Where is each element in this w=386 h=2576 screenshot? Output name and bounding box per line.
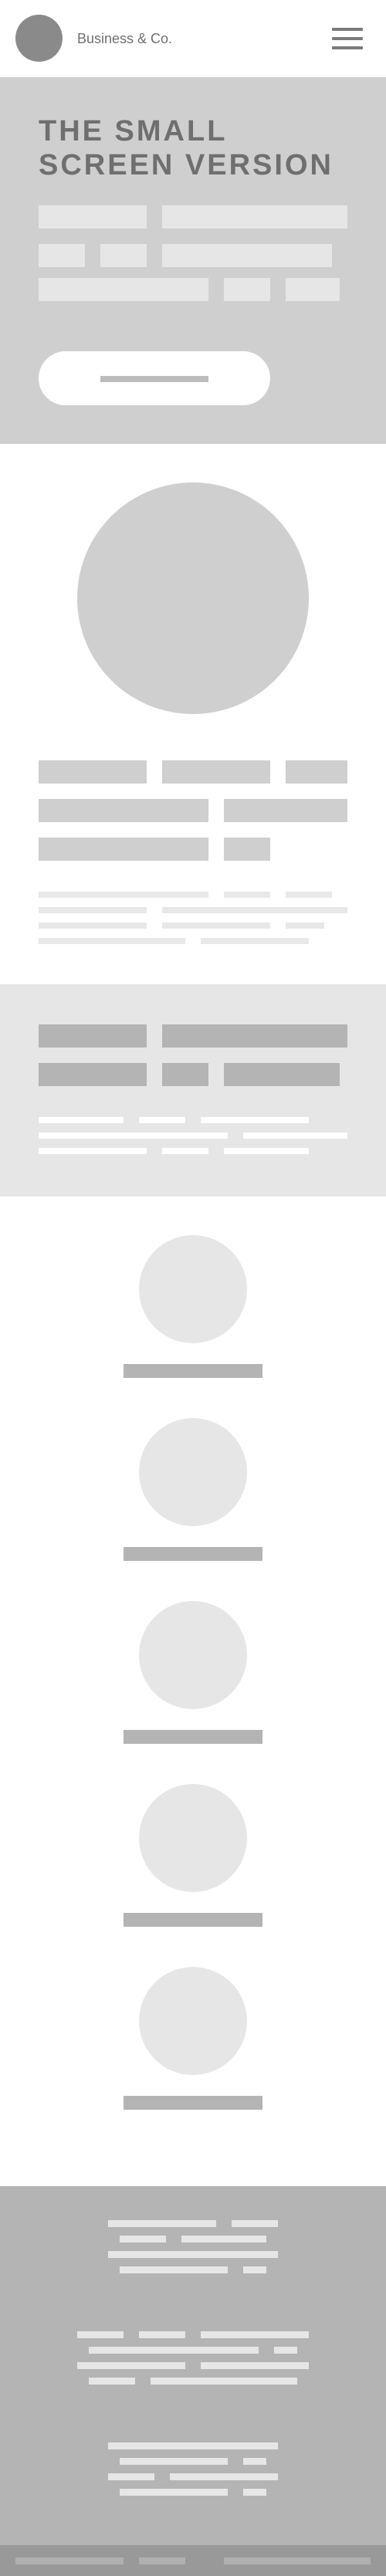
- footer-link[interactable]: [77, 2331, 124, 2338]
- footer-link[interactable]: [77, 2362, 185, 2369]
- text-placeholder: [39, 244, 85, 267]
- body-line: [39, 922, 147, 929]
- text-placeholder: [100, 244, 147, 267]
- text-placeholder: [224, 1063, 340, 1086]
- footer-link[interactable]: [120, 2236, 166, 2243]
- text-placeholder: [39, 799, 208, 822]
- avatar: [139, 1418, 247, 1526]
- body-line: [224, 1148, 309, 1154]
- avatar: [139, 1967, 247, 2075]
- footer-link[interactable]: [89, 2347, 259, 2354]
- avatar: [139, 1784, 247, 1892]
- text-placeholder: [39, 1063, 147, 1086]
- text-placeholder: [224, 278, 270, 301]
- text-placeholder: [162, 760, 270, 784]
- footer-link[interactable]: [108, 2220, 216, 2227]
- menu-line: [332, 37, 363, 40]
- body-line: [286, 922, 324, 929]
- avatar: [139, 1235, 247, 1343]
- body-line: [39, 892, 208, 898]
- footer-link[interactable]: [120, 2266, 228, 2273]
- hamburger-menu-icon[interactable]: [328, 23, 367, 54]
- body-line: [39, 1148, 147, 1154]
- footer-link[interactable]: [274, 2347, 297, 2354]
- brand-name[interactable]: Business & Co.: [77, 30, 172, 47]
- button-label-placeholder: [100, 376, 208, 382]
- footer-link[interactable]: [89, 2378, 135, 2385]
- body-line: [162, 922, 270, 929]
- site-footer: [0, 2186, 386, 2545]
- menu-line: [332, 46, 363, 49]
- footer-link[interactable]: [201, 2331, 309, 2338]
- footer-link[interactable]: [108, 2442, 278, 2449]
- footer-link[interactable]: [243, 2266, 266, 2273]
- footer-link[interactable]: [151, 2378, 297, 2385]
- footer-link[interactable]: [170, 2473, 278, 2480]
- body-line: [139, 1117, 185, 1123]
- footer-bottom-link[interactable]: [224, 2557, 371, 2564]
- feature-image: [77, 482, 309, 714]
- menu-line: [332, 28, 363, 31]
- footer-link[interactable]: [120, 2458, 228, 2465]
- body-line: [39, 938, 185, 944]
- body-line: [39, 1117, 124, 1123]
- hero-section: THE SMALL SCREEN VERSION: [0, 77, 386, 444]
- body-line: [201, 1117, 309, 1123]
- hero-title: THE SMALL SCREEN VERSION: [39, 114, 378, 182]
- hero-title-line: THE SMALL: [39, 115, 228, 147]
- footer-bottom-link[interactable]: [139, 2557, 185, 2564]
- body-line: [243, 1132, 347, 1139]
- body-line: [39, 1132, 228, 1139]
- text-placeholder: [286, 278, 340, 301]
- page: Business & Co. THE SMALL SCREEN VERSION: [0, 0, 386, 2576]
- body-line: [224, 892, 270, 898]
- footer-link[interactable]: [181, 2236, 266, 2243]
- footer-link[interactable]: [108, 2251, 278, 2258]
- text-placeholder: [39, 838, 208, 861]
- avatar: [139, 1601, 247, 1709]
- footer-link[interactable]: [120, 2489, 228, 2496]
- footer-link[interactable]: [139, 2331, 185, 2338]
- body-line: [162, 1148, 208, 1154]
- body-line: [201, 938, 309, 944]
- text-placeholder: [39, 760, 147, 784]
- footer-bottom-bar: [0, 2545, 386, 2576]
- text-placeholder: [162, 244, 332, 267]
- text-placeholder: [224, 838, 270, 861]
- circle-logo-icon[interactable]: [15, 15, 63, 62]
- avatar-caption: [124, 1913, 262, 1927]
- text-placeholder: [162, 1024, 347, 1048]
- footer-link[interactable]: [243, 2489, 266, 2496]
- avatar-caption: [124, 1364, 262, 1378]
- text-placeholder: [224, 799, 347, 822]
- text-placeholder: [286, 760, 347, 784]
- text-placeholder: [39, 205, 147, 228]
- avatar-caption: [124, 1730, 262, 1744]
- body-line: [39, 907, 147, 913]
- info-band: [0, 984, 386, 1197]
- text-placeholder: [39, 1024, 147, 1048]
- text-placeholder: [162, 1063, 208, 1086]
- avatar-caption: [124, 2096, 262, 2110]
- footer-bottom-link[interactable]: [15, 2557, 124, 2564]
- avatar-caption: [124, 1547, 262, 1561]
- text-placeholder: [162, 205, 347, 228]
- site-header: Business & Co.: [0, 0, 386, 77]
- footer-link[interactable]: [201, 2362, 309, 2369]
- body-line: [162, 907, 347, 913]
- footer-link[interactable]: [232, 2220, 278, 2227]
- footer-link[interactable]: [243, 2458, 266, 2465]
- cta-button[interactable]: [39, 351, 270, 405]
- body-line: [286, 892, 332, 898]
- hero-title-line: SCREEN VERSION: [39, 149, 334, 181]
- footer-link[interactable]: [108, 2473, 154, 2480]
- text-placeholder: [39, 278, 208, 301]
